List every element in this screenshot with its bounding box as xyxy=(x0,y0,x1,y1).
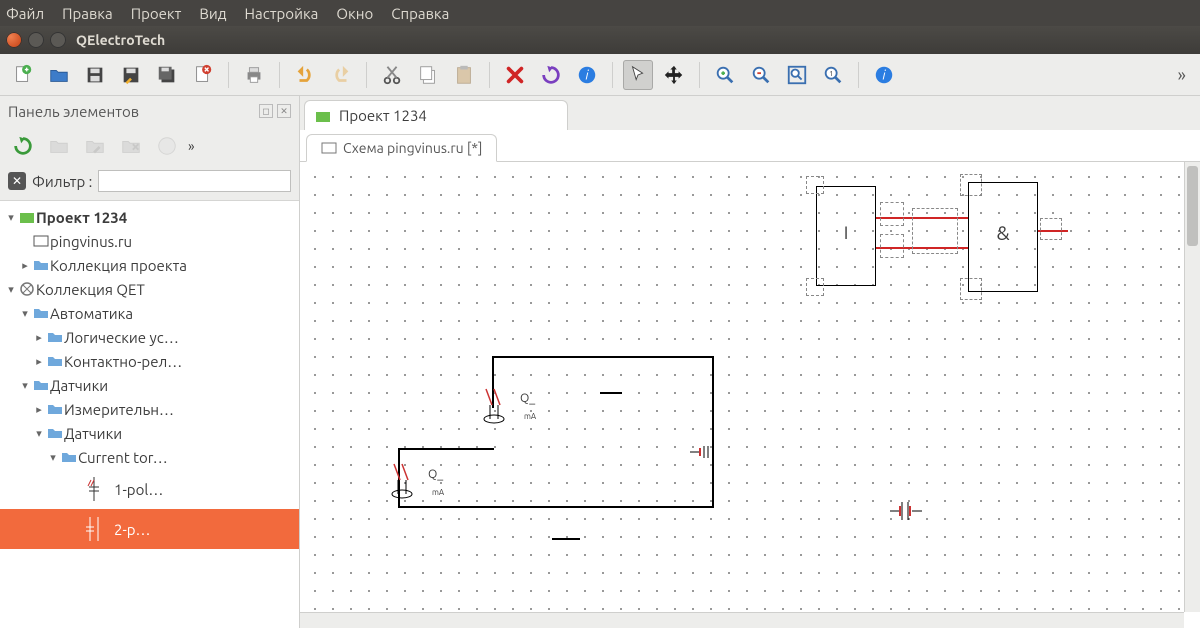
filter-clear-button[interactable]: ✕ xyxy=(8,172,26,190)
tree-relay[interactable]: ▸Контактно-рел… xyxy=(0,349,299,373)
panel-title: Панель элементов xyxy=(8,103,139,120)
breaker-2[interactable] xyxy=(384,462,428,506)
filter-input[interactable] xyxy=(98,170,291,192)
tree-element-1pol[interactable]: 1-pol… xyxy=(0,469,299,509)
app-title: QElectroTech xyxy=(76,32,165,48)
move-tool-button[interactable] xyxy=(659,60,689,90)
panel-delete-button[interactable] xyxy=(116,131,146,161)
tree-sensors[interactable]: ▾Датчики xyxy=(0,373,299,397)
elements-tree[interactable]: ▾Проект 1234 pingvinus.ru ▸Коллекция про… xyxy=(0,201,299,628)
gate-and[interactable]: & xyxy=(968,182,1038,292)
menu-edit[interactable]: Правка xyxy=(62,5,113,22)
panel-close-button[interactable]: ✕ xyxy=(277,104,291,118)
menu-settings[interactable]: Настройка xyxy=(245,5,319,22)
diagram-icon xyxy=(321,140,337,156)
panel-import-button[interactable] xyxy=(152,131,182,161)
paste-button[interactable] xyxy=(449,60,479,90)
window-minimize-button[interactable] xyxy=(28,32,44,48)
tree-qet-collection[interactable]: ▾Коллекция QET xyxy=(0,277,299,301)
menu-help[interactable]: Справка xyxy=(391,5,449,22)
diagram-canvas[interactable]: I & xyxy=(300,162,1184,612)
select-tool-button[interactable] xyxy=(623,60,653,90)
panel-undock-button[interactable]: ◻ xyxy=(259,104,273,118)
zoom-fit-button[interactable] xyxy=(782,60,812,90)
connector-1[interactable] xyxy=(688,442,714,462)
panel-new-folder-button[interactable] xyxy=(44,131,74,161)
elements-panel: Панель элементов ◻ ✕ » ✕ Фильтр : ▾Проек… xyxy=(0,96,300,628)
menu-file[interactable]: Файл xyxy=(6,5,44,22)
tree-sensors-2[interactable]: ▾Датчики xyxy=(0,421,299,445)
new-file-button[interactable] xyxy=(8,60,38,90)
label-q2: Q_ xyxy=(428,468,443,481)
about-button[interactable]: i xyxy=(869,60,899,90)
vertical-scrollbar[interactable] xyxy=(1184,162,1200,612)
label-q1: Q_ xyxy=(520,392,535,405)
os-menubar: Файл Правка Проект Вид Настройка Окно Сп… xyxy=(0,0,1200,26)
tree-automatika[interactable]: ▾Автоматика xyxy=(0,301,299,325)
menu-view[interactable]: Вид xyxy=(199,5,226,22)
work-area: Проект 1234 Схема pingvinus.ru [*] I & xyxy=(300,96,1200,628)
tree-project-collection[interactable]: ▸Коллекция проекта xyxy=(0,253,299,277)
window-close-button[interactable] xyxy=(6,32,22,48)
zoom-out-button[interactable] xyxy=(746,60,776,90)
open-button[interactable] xyxy=(44,60,74,90)
horizontal-scrollbar[interactable] xyxy=(300,612,1184,628)
tree-current-tor[interactable]: ▾Current tor… xyxy=(0,445,299,469)
undo-button[interactable] xyxy=(290,60,320,90)
diagram-tab[interactable]: Схема pingvinus.ru [*] xyxy=(306,134,497,162)
print-button[interactable] xyxy=(239,60,269,90)
connector-2[interactable] xyxy=(886,498,926,524)
menu-window[interactable]: Окно xyxy=(336,5,373,22)
save-as-button[interactable] xyxy=(116,60,146,90)
toolbar-overflow-button[interactable]: » xyxy=(1172,65,1192,85)
tree-element-2p[interactable]: 2-p… xyxy=(0,509,299,549)
project-tab[interactable]: Проект 1234 xyxy=(304,100,568,130)
svg-text:1: 1 xyxy=(829,69,833,77)
window-titlebar: QElectroTech xyxy=(0,26,1200,54)
redo-button[interactable] xyxy=(326,60,356,90)
save-all-button[interactable] xyxy=(152,60,182,90)
close-file-button[interactable] xyxy=(188,60,218,90)
info-button[interactable]: i xyxy=(572,60,602,90)
tree-logic[interactable]: ▸Логические ус… xyxy=(0,325,299,349)
save-button[interactable] xyxy=(80,60,110,90)
zoom-in-button[interactable] xyxy=(710,60,740,90)
panel-edit-button[interactable] xyxy=(80,131,110,161)
panel-reload-button[interactable] xyxy=(8,131,38,161)
window-maximize-button[interactable] xyxy=(50,32,66,48)
delete-button[interactable] xyxy=(500,60,530,90)
filter-label: Фильтр : xyxy=(32,173,92,190)
tree-measuring[interactable]: ▸Измерительн… xyxy=(0,397,299,421)
panel-toolbar-overflow[interactable]: » xyxy=(188,138,195,154)
menu-project[interactable]: Проект xyxy=(131,5,182,22)
breaker-1[interactable] xyxy=(476,387,520,431)
project-icon xyxy=(315,108,331,124)
copy-button[interactable] xyxy=(413,60,443,90)
main-toolbar: i 1 i » xyxy=(0,54,1200,96)
label-ma2: mA xyxy=(432,488,444,497)
rotate-button[interactable] xyxy=(536,60,566,90)
cut-button[interactable] xyxy=(377,60,407,90)
zoom-reset-button[interactable]: 1 xyxy=(818,60,848,90)
label-ma1: mA xyxy=(524,412,536,421)
project-tab-label: Проект 1234 xyxy=(339,107,427,124)
gate-i[interactable]: I xyxy=(816,186,876,286)
diagram-tab-label: Схема pingvinus.ru [*] xyxy=(343,140,482,156)
tree-project-root[interactable]: ▾Проект 1234 xyxy=(0,205,299,229)
tree-diagram[interactable]: pingvinus.ru xyxy=(0,229,299,253)
